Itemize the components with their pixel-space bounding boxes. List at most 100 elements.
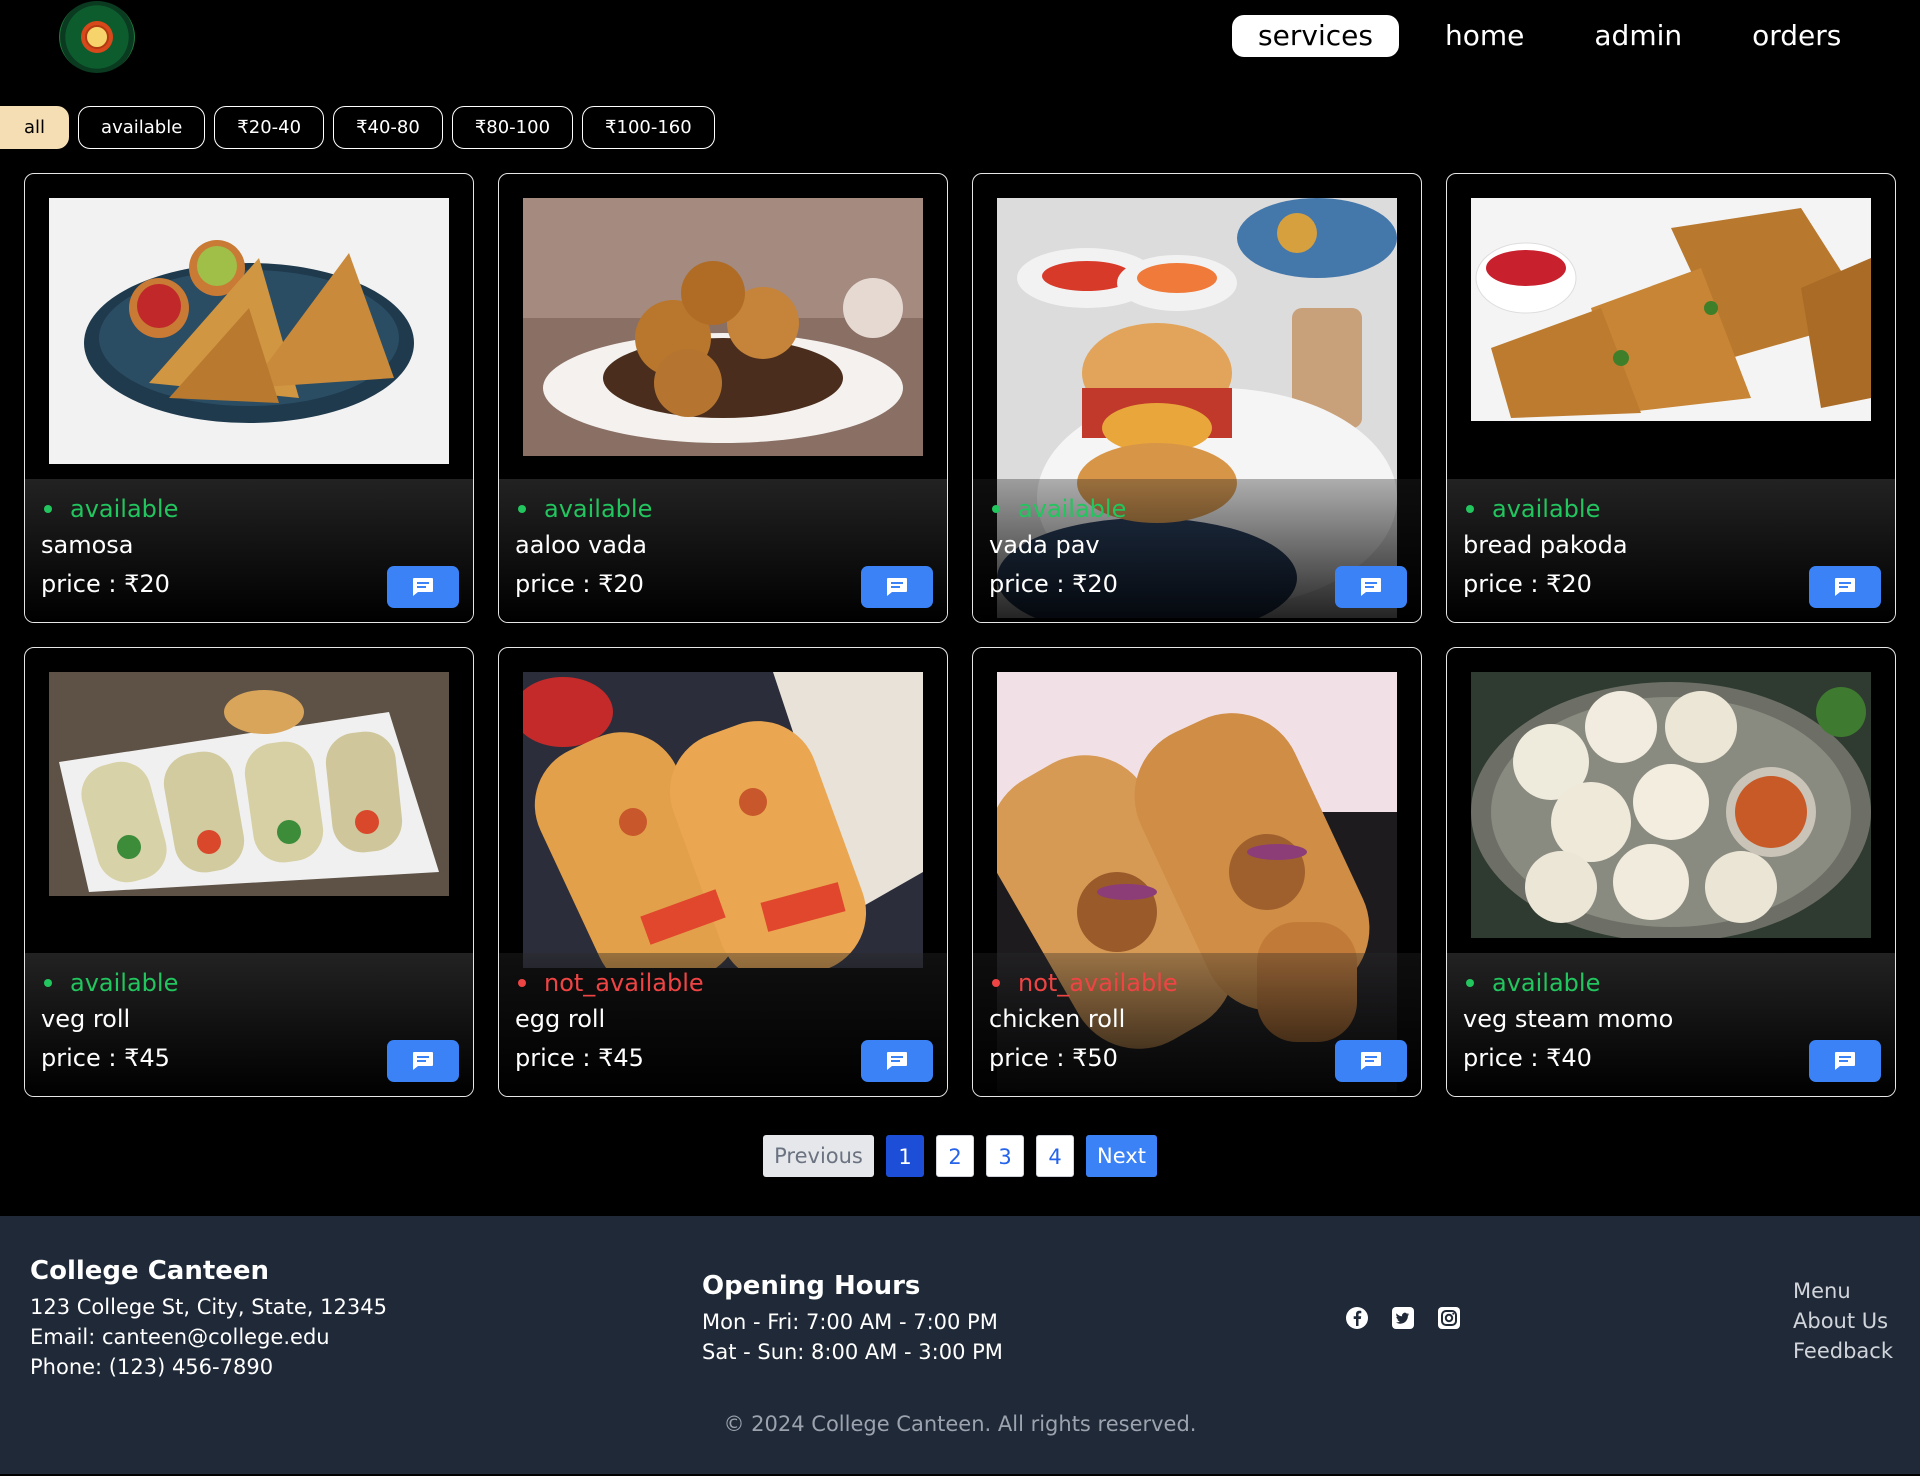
opening-hours-title: Opening Hours: [702, 1271, 921, 1301]
status-badge: not_available: [989, 969, 1178, 997]
food-price: price : ₹45: [41, 1044, 170, 1072]
message-button[interactable]: [387, 1040, 459, 1082]
nav-admin[interactable]: admin: [1564, 15, 1712, 57]
status-badge: available: [41, 969, 178, 997]
food-price: price : ₹20: [989, 570, 1118, 598]
page-2-button[interactable]: 2: [936, 1135, 974, 1177]
card-info: available veg roll price : ₹45: [25, 953, 473, 1096]
food-image-samosa: [49, 198, 449, 464]
card-info: available aaloo vada price : ₹20: [499, 479, 947, 622]
social-links: [1345, 1306, 1483, 1334]
page-4-button[interactable]: 4: [1036, 1135, 1074, 1177]
food-name: aaloo vada: [515, 531, 647, 559]
footer-phone: Phone: (123) 456-7890: [30, 1355, 274, 1379]
nav-services[interactable]: services: [1232, 15, 1399, 57]
chat-icon: [1361, 1052, 1381, 1070]
instagram-icon[interactable]: [1437, 1306, 1461, 1334]
status-badge: available: [989, 495, 1126, 523]
food-image-bread-pakoda: [1471, 198, 1871, 421]
copyright-text: © 2024 College Canteen. All rights reser…: [723, 1412, 1197, 1436]
message-button[interactable]: [1809, 1040, 1881, 1082]
message-button[interactable]: [1335, 1040, 1407, 1082]
footer: College Canteen 123 College St, City, St…: [0, 1216, 1920, 1474]
filter-price-20-40[interactable]: ₹20-40: [214, 106, 325, 149]
status-badge: available: [1463, 495, 1600, 523]
hours-weekend: Sat - Sun: 8:00 AM - 3:00 PM: [702, 1340, 1003, 1364]
food-price: price : ₹50: [989, 1044, 1118, 1072]
twitter-icon[interactable]: [1391, 1306, 1415, 1334]
food-card[interactable]: available aaloo vada price : ₹20: [498, 173, 948, 623]
hours-weekday: Mon - Fri: 7:00 AM - 7:00 PM: [702, 1310, 998, 1334]
food-card[interactable]: available vada pav price : ₹20: [972, 173, 1422, 623]
food-name: chicken roll: [989, 1005, 1126, 1033]
chat-icon: [413, 1052, 433, 1070]
facebook-icon[interactable]: [1345, 1306, 1369, 1334]
chat-icon: [1835, 1052, 1855, 1070]
chat-icon: [1835, 578, 1855, 596]
food-name: veg roll: [41, 1005, 131, 1033]
status-badge: available: [515, 495, 652, 523]
page-3-button[interactable]: 3: [986, 1135, 1024, 1177]
food-card[interactable]: available veg roll price : ₹45: [24, 647, 474, 1097]
message-button[interactable]: [1809, 566, 1881, 608]
status-badge: not_available: [515, 969, 704, 997]
food-image-veg-steam-momo: [1471, 672, 1871, 938]
filter-available[interactable]: available: [78, 106, 206, 149]
status-badge: available: [1463, 969, 1600, 997]
food-card[interactable]: available samosa price : ₹20: [24, 173, 474, 623]
food-card[interactable]: available bread pakoda price : ₹20: [1446, 173, 1896, 623]
message-button[interactable]: [387, 566, 459, 608]
food-image-veg-roll: [49, 672, 449, 896]
chat-icon: [413, 578, 433, 596]
nav-home[interactable]: home: [1415, 15, 1554, 57]
message-button[interactable]: [861, 566, 933, 608]
chat-icon: [887, 1052, 907, 1070]
food-price: price : ₹20: [515, 570, 644, 598]
food-price: price : ₹45: [515, 1044, 644, 1072]
filter-bar: all available ₹20-40 ₹40-80 ₹80-100 ₹100…: [0, 106, 724, 149]
card-info: available vada pav price : ₹20: [973, 479, 1421, 622]
card-info: not_available chicken roll price : ₹50: [973, 953, 1421, 1096]
nav-orders[interactable]: orders: [1722, 15, 1871, 57]
filter-price-100-160[interactable]: ₹100-160: [582, 106, 715, 149]
card-info: available veg steam momo price : ₹40: [1447, 953, 1895, 1096]
chat-icon: [1361, 578, 1381, 596]
food-name: egg roll: [515, 1005, 606, 1033]
status-badge: available: [41, 495, 178, 523]
next-button[interactable]: Next: [1086, 1135, 1157, 1177]
footer-address: 123 College St, City, State, 12345: [30, 1295, 387, 1319]
card-info: available samosa price : ₹20: [25, 479, 473, 622]
college-logo: [59, 1, 135, 73]
footer-links: Menu About Us Feedback: [1793, 1276, 1893, 1366]
message-button[interactable]: [861, 1040, 933, 1082]
main-nav: services home admin orders: [1232, 15, 1881, 57]
pagination: Previous 1 2 3 4 Next: [763, 1135, 1169, 1177]
food-card[interactable]: available veg steam momo price : ₹40: [1446, 647, 1896, 1097]
filter-price-80-100[interactable]: ₹80-100: [451, 106, 574, 149]
food-name: veg steam momo: [1463, 1005, 1674, 1033]
footer-email: Email: canteen@college.edu: [30, 1325, 330, 1349]
card-info: available bread pakoda price : ₹20: [1447, 479, 1895, 622]
food-name: vada pav: [989, 531, 1100, 559]
food-price: price : ₹20: [41, 570, 170, 598]
food-name: bread pakoda: [1463, 531, 1628, 559]
footer-link-about[interactable]: About Us: [1793, 1306, 1893, 1336]
food-card[interactable]: not_available egg roll price : ₹45: [498, 647, 948, 1097]
filter-all[interactable]: all: [0, 106, 70, 149]
card-info: not_available egg roll price : ₹45: [499, 953, 947, 1096]
footer-link-menu[interactable]: Menu: [1793, 1276, 1893, 1306]
message-button[interactable]: [1335, 566, 1407, 608]
food-card[interactable]: not_available chicken roll price : ₹50: [972, 647, 1422, 1097]
footer-title: College Canteen: [30, 1256, 270, 1286]
chat-icon: [887, 578, 907, 596]
food-name: samosa: [41, 531, 134, 559]
previous-button[interactable]: Previous: [763, 1135, 874, 1177]
page-1-button[interactable]: 1: [886, 1135, 924, 1177]
footer-link-feedback[interactable]: Feedback: [1793, 1336, 1893, 1366]
food-image-egg-roll: [523, 672, 923, 968]
filter-price-40-80[interactable]: ₹40-80: [333, 106, 443, 149]
food-image-aaloo-vada: [523, 198, 923, 456]
food-price: price : ₹20: [1463, 570, 1592, 598]
menu-grid: available samosa price : ₹20 available a…: [24, 173, 1896, 1097]
food-price: price : ₹40: [1463, 1044, 1592, 1072]
